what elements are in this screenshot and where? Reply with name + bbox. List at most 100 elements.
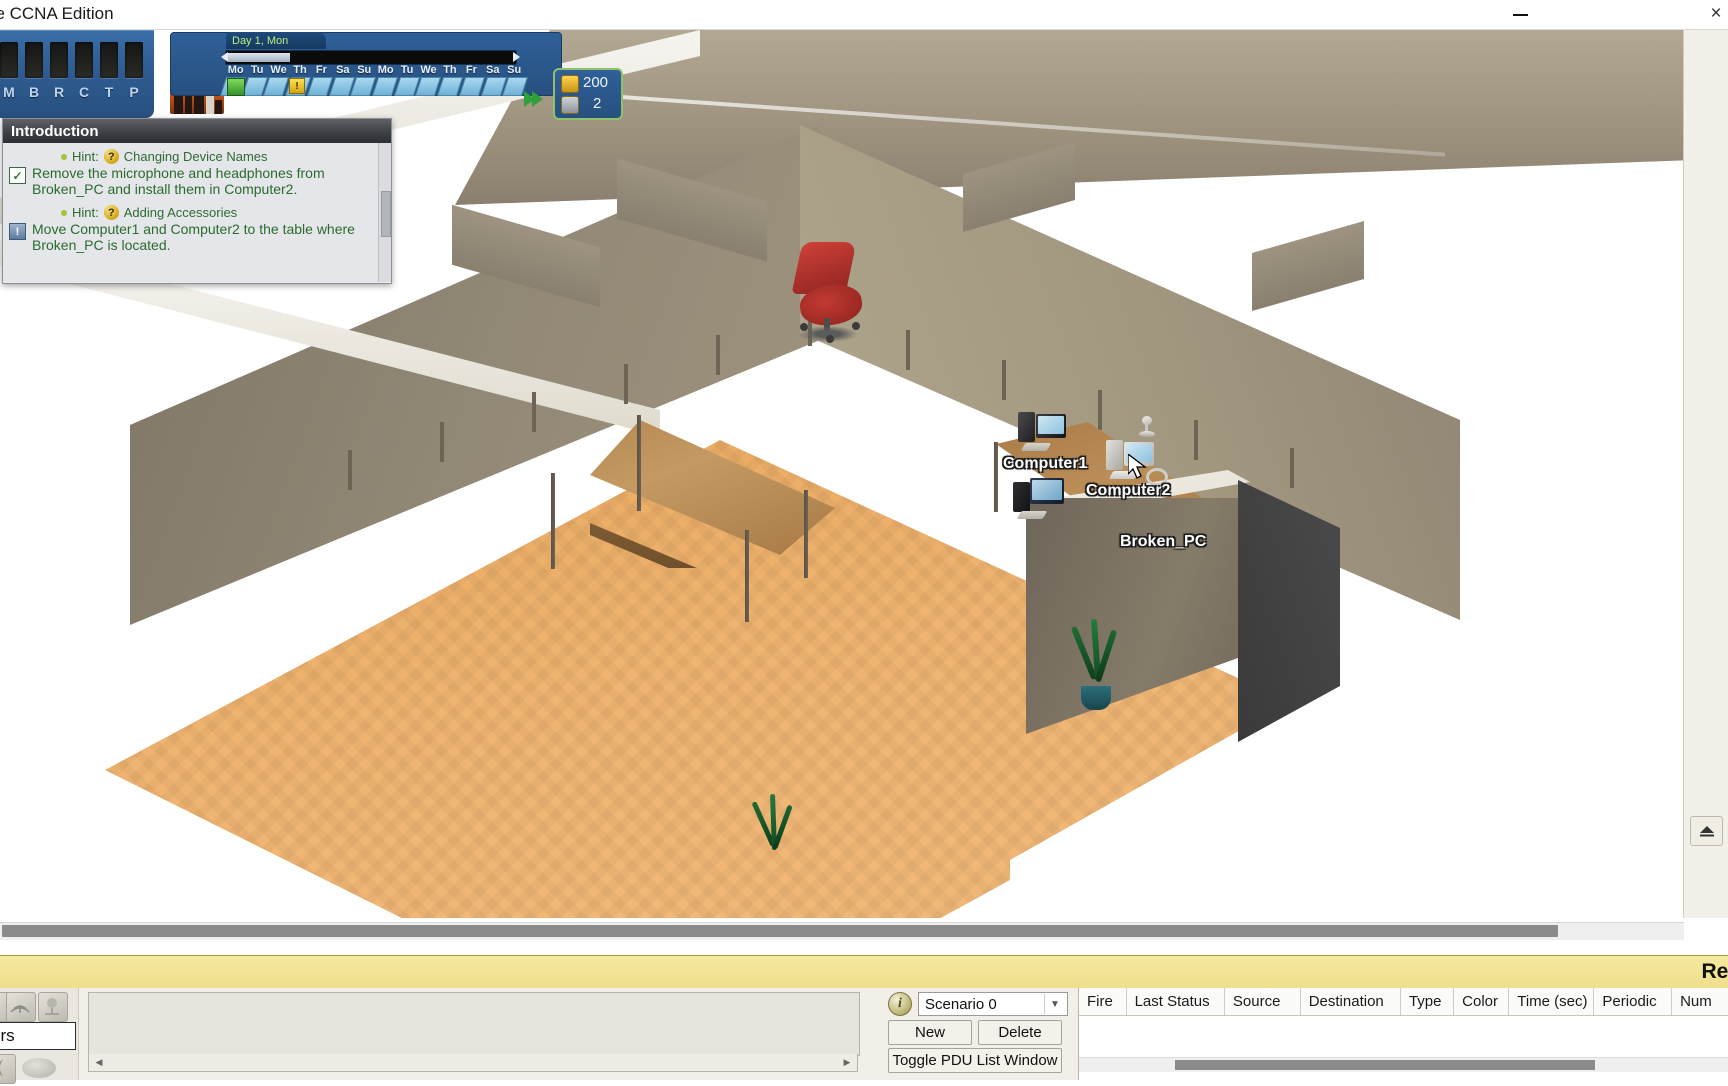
build-slot-r[interactable] (50, 42, 68, 78)
lock-icon (561, 96, 579, 114)
mouse-cursor (1128, 454, 1147, 479)
info-icon[interactable]: i (888, 992, 912, 1016)
wireless-icon[interactable] (6, 992, 36, 1022)
window-title: ire CCNA Edition (0, 4, 114, 23)
day-name: Th (443, 64, 457, 76)
wall-post (1194, 420, 1198, 460)
day-name: Th (293, 64, 307, 76)
pdu-table-body[interactable] (1079, 1016, 1728, 1057)
wall-post (906, 330, 910, 370)
device-label-computer2: Computer2 (1086, 482, 1171, 499)
pc-monitor (1030, 478, 1064, 504)
build-slot-m[interactable] (0, 42, 18, 78)
task-item: Hint: ? Adding Accessories ! Move Comput… (9, 205, 375, 253)
build-slot-p[interactable] (125, 42, 143, 78)
introduction-scrollbar[interactable] (378, 143, 391, 282)
calendar-event-green-icon[interactable] (227, 78, 245, 96)
wall-post (808, 306, 812, 346)
introduction-header: Introduction (3, 119, 391, 143)
day-name: Tu (250, 64, 264, 76)
pc-screen (1032, 480, 1062, 500)
pdu-table-scrollbar[interactable] (1079, 1057, 1728, 1072)
pdu-list-table[interactable]: Fire Last Status Source Destination Type… (1078, 988, 1728, 1080)
build-slot-t[interactable] (100, 42, 118, 78)
viewport-horizontal-scrollbar[interactable] (0, 922, 1684, 940)
task-hint[interactable]: Hint: ? Adding Accessories (9, 205, 375, 220)
device-label-computer1: Computer1 (1003, 455, 1088, 472)
new-scenario-button[interactable]: New (888, 1020, 972, 1045)
scrollbar-thumb[interactable] (1175, 1060, 1595, 1070)
window-minimize-button[interactable] (1498, 4, 1542, 26)
fast-forward-button[interactable] (516, 88, 550, 110)
pc-tower (1018, 412, 1035, 442)
potted-plant (1070, 618, 1121, 710)
column-header-time[interactable]: Time (sec) (1509, 988, 1595, 1015)
device-filter-input[interactable]: ers (0, 1022, 76, 1050)
device-label-broken-pc: Broken_PC (1120, 533, 1207, 550)
wall-post (1002, 360, 1006, 400)
scenario-dropdown[interactable]: Scenario 0 ▼ (918, 992, 1068, 1016)
build-slot-label-p: P (129, 84, 139, 100)
device-list-scrollbar[interactable]: ◀ ▶ (88, 1054, 858, 1072)
task-hint[interactable]: Hint: ? Changing Device Names (9, 149, 375, 164)
build-slot-label-r: R (53, 84, 65, 100)
build-slot-label-b: B (28, 84, 40, 100)
task-text: Move Computer1 and Computer2 to the tabl… (32, 221, 355, 253)
build-panel[interactable]: M B R C T P (0, 30, 154, 118)
question-mark-icon[interactable]: ? (103, 205, 119, 220)
column-header-color[interactable]: Color (1454, 988, 1510, 1015)
game-toolbar: M B R C T P Day 1, Mon Mo Tu We Th Fr Sa… (0, 30, 640, 120)
wall-post (532, 392, 536, 432)
wall-post (716, 335, 720, 375)
wall-post (348, 450, 352, 490)
scroll-right-button[interactable]: ▶ (840, 1056, 854, 1070)
day-name: We (270, 64, 287, 76)
day-progress-bar[interactable] (221, 50, 520, 65)
delete-scenario-button[interactable]: Delete (978, 1020, 1062, 1045)
day-slot-row[interactable] (219, 77, 529, 96)
wall-post (624, 364, 628, 404)
pc-keyboard (1020, 443, 1052, 451)
introduction-panel[interactable]: Introduction Hint: ? Changing Device Nam… (2, 118, 392, 284)
column-header-last-status[interactable]: Last Status (1127, 988, 1225, 1015)
calendar-bar[interactable]: Day 1, Mon Mo Tu We Th Fr Sa Su Mo Tu We… (170, 32, 562, 96)
question-mark-icon[interactable]: ? (103, 149, 119, 164)
toggle-pdu-list-button[interactable]: Toggle PDU List Window (888, 1048, 1062, 1073)
day-name: Mo (227, 64, 244, 76)
pc-monitor (1036, 414, 1066, 438)
column-header-periodic[interactable]: Periodic (1594, 988, 1673, 1015)
hint-label[interactable]: Changing Device Names (124, 149, 268, 164)
scroll-left-button[interactable]: ◀ (92, 1056, 106, 1070)
column-header-destination[interactable]: Destination (1301, 988, 1401, 1015)
cloud-icon[interactable] (22, 1058, 56, 1078)
column-header-num[interactable]: Num (1672, 988, 1728, 1015)
hub-icon[interactable] (38, 992, 68, 1022)
task-item: Hint: ? Changing Device Names ✓ Remove t… (9, 149, 375, 197)
day-name: Sa (486, 64, 500, 76)
calendar-alert-icon[interactable]: ! (289, 78, 305, 94)
column-header-type[interactable]: Type (1401, 988, 1455, 1015)
introduction-body: Hint: ? Changing Device Names ✓ Remove t… (3, 143, 391, 282)
bullet-icon (61, 153, 67, 160)
column-header-source[interactable]: Source (1225, 988, 1301, 1015)
hint-label[interactable]: Adding Accessories (124, 205, 237, 220)
device-picker[interactable]: ers (0, 988, 79, 1084)
pc-tower (1013, 482, 1030, 512)
progress-left-marker (221, 52, 228, 62)
day-name: Tu (400, 64, 414, 76)
scroll-up-button[interactable] (1690, 816, 1723, 846)
window-close-button[interactable]: × (1698, 2, 1728, 26)
scrollbar-thumb[interactable] (381, 191, 391, 237)
hint-prefix: Hint: (72, 149, 99, 164)
build-slot-b[interactable] (25, 42, 43, 78)
build-slot-c[interactable] (75, 42, 93, 78)
column-header-fire[interactable]: Fire (1079, 988, 1127, 1015)
viewport-vertical-scrollbar[interactable] (1683, 30, 1728, 918)
minimize-icon (1512, 14, 1528, 16)
chevron-down-icon[interactable]: ▼ (1044, 994, 1065, 1014)
device-list-area[interactable] (88, 992, 860, 1056)
scrollbar-thumb[interactable] (2, 925, 1558, 937)
potted-plant (751, 793, 796, 870)
task-text: Remove the microphone and headphones fro… (32, 165, 325, 197)
pc-tower (1106, 440, 1123, 470)
